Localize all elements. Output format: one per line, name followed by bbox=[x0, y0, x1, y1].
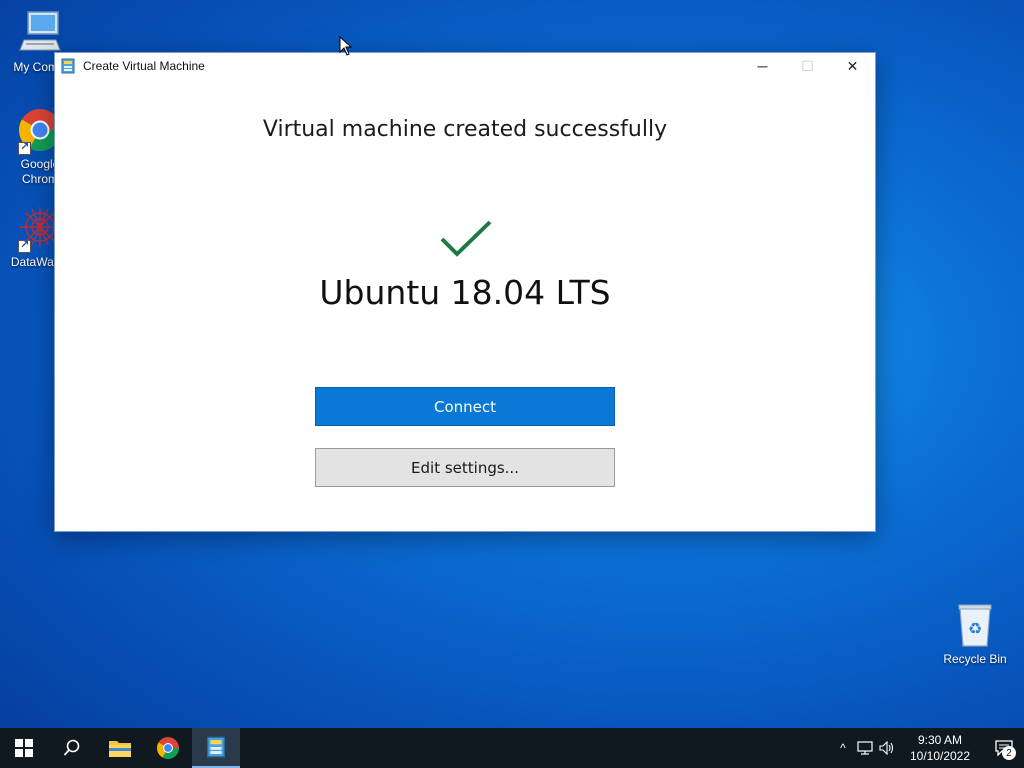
search-button[interactable] bbox=[48, 728, 96, 768]
vm-name: Ubuntu 18.04 LTS bbox=[319, 273, 611, 312]
computer-icon bbox=[16, 10, 62, 56]
action-center-button[interactable]: 2 bbox=[984, 728, 1024, 768]
window-content: Virtual machine created successfully Ubu… bbox=[55, 79, 875, 531]
taskbar-clock[interactable]: 9:30 AM 10/10/2022 bbox=[904, 732, 976, 764]
notification-count-badge: 2 bbox=[1002, 746, 1016, 760]
system-tray: ^ 9:30 AM 10/10/2022 2 bbox=[832, 728, 1024, 768]
shortcut-arrow-icon bbox=[18, 238, 31, 253]
connect-button[interactable]: Connect bbox=[315, 387, 615, 426]
svg-text:♻: ♻ bbox=[968, 621, 982, 638]
window-title: Create Virtual Machine bbox=[83, 59, 205, 73]
chrome-icon bbox=[157, 737, 179, 759]
volume-icon[interactable] bbox=[876, 728, 898, 768]
clock-time: 9:30 AM bbox=[917, 733, 963, 747]
desktop: My Comp Google Chrom bbox=[0, 0, 1024, 728]
vm-app-icon bbox=[61, 58, 75, 74]
taskbar-chrome[interactable] bbox=[144, 728, 192, 768]
folder-icon bbox=[109, 741, 131, 757]
network-icon[interactable] bbox=[854, 728, 876, 768]
taskbar: ^ 9:30 AM 10/10/2022 2 bbox=[0, 728, 1024, 768]
taskbar-create-vm[interactable] bbox=[192, 728, 240, 768]
recycle-bin-icon: ♻ bbox=[952, 602, 998, 648]
search-icon bbox=[63, 739, 80, 756]
shortcut-arrow-icon bbox=[18, 140, 31, 155]
show-hidden-icons-chevron-icon[interactable]: ^ bbox=[832, 728, 854, 768]
window-titlebar[interactable]: Create Virtual Machine ─ ☐ ✕ bbox=[55, 53, 875, 79]
desktop-icon-recycle-bin[interactable]: ♻ Recycle Bin bbox=[936, 602, 1014, 667]
windows-logo-icon bbox=[15, 739, 33, 757]
edit-settings-button[interactable]: Edit settings... bbox=[315, 448, 615, 487]
success-heading: Virtual machine created successfully bbox=[262, 117, 668, 142]
maximize-button[interactable]: ☐ bbox=[785, 53, 830, 79]
close-button[interactable]: ✕ bbox=[830, 53, 875, 79]
vm-app-icon bbox=[207, 736, 225, 758]
clock-date: 10/10/2022 bbox=[909, 749, 971, 763]
start-button[interactable] bbox=[0, 728, 48, 768]
taskbar-file-explorer[interactable] bbox=[96, 728, 144, 768]
create-vm-window: Create Virtual Machine ─ ☐ ✕ Virtual mac… bbox=[54, 52, 876, 532]
checkmark-icon bbox=[439, 219, 493, 261]
window-controls: ─ ☐ ✕ bbox=[740, 53, 875, 79]
mouse-cursor-icon bbox=[339, 35, 353, 56]
minimize-button[interactable]: ─ bbox=[740, 53, 785, 79]
desktop-icon-label: Recycle Bin bbox=[943, 652, 1007, 666]
